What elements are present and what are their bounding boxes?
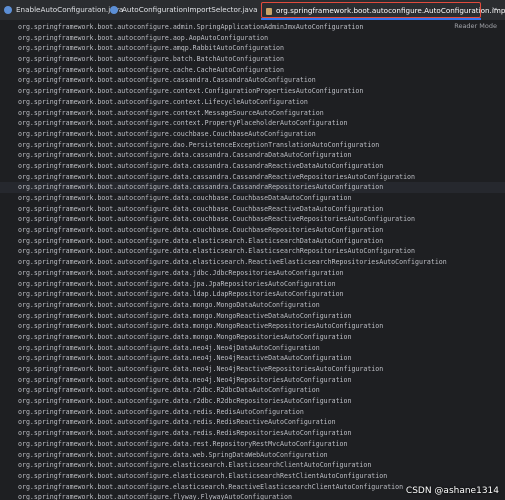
- code-line: org.springframework.boot.autoconfigure.d…: [18, 215, 415, 224]
- java-class-icon: [110, 6, 118, 14]
- code-line: org.springframework.boot.autoconfigure.d…: [18, 429, 352, 438]
- code-line: org.springframework.boot.autoconfigure.d…: [18, 311, 352, 320]
- code-line: org.springframework.boot.autoconfigure.a…: [18, 33, 269, 42]
- code-line: org.springframework.boot.autoconfigure.d…: [18, 194, 352, 202]
- code-line: org.springframework.boot.autoconfigure.d…: [18, 247, 415, 256]
- code-line: org.springframework.boot.autoconfigure.c…: [18, 76, 316, 85]
- code-line: org.springframework.boot.autoconfigure.c…: [18, 108, 324, 117]
- code-line: org.springframework.boot.autoconfigure.e…: [18, 471, 388, 480]
- tab-label: EnableAutoConfiguration.java: [16, 5, 124, 14]
- code-line: org.springframework.boot.autoconfigure.c…: [18, 97, 308, 106]
- code-line: org.springframework.boot.autoconfigure.d…: [0, 182, 505, 193]
- code-line: org.springframework.boot.autoconfigure.d…: [18, 397, 352, 406]
- code-line: org.springframework.boot.autoconfigure.d…: [18, 226, 384, 235]
- tab-enable-auto-configuration[interactable]: EnableAutoConfiguration.java: [4, 0, 123, 20]
- code-line: org.springframework.boot.autoconfigure.d…: [18, 258, 447, 267]
- code-line: org.springframework.boot.autoconfigure.d…: [18, 439, 348, 448]
- file-icon: [266, 7, 272, 15]
- code-line: org.springframework.boot.autoconfigure.a…: [18, 44, 284, 53]
- code-editor[interactable]: org.springframework.boot.autoconfigure.a…: [0, 20, 505, 500]
- reader-mode-button[interactable]: Reader Mode: [454, 22, 497, 30]
- code-line: org.springframework.boot.autoconfigure.d…: [18, 332, 352, 341]
- code-line: org.springframework.boot.autoconfigure.d…: [18, 365, 384, 373]
- code-line: org.springframework.boot.autoconfigure.c…: [18, 119, 348, 128]
- java-class-icon: [4, 6, 12, 14]
- code-line: org.springframework.boot.autoconfigure.b…: [18, 55, 284, 64]
- code-line: org.springframework.boot.autoconfigure.d…: [18, 407, 304, 416]
- chevron-down-icon[interactable]: ⌄: [491, 3, 499, 13]
- code-line: org.springframework.boot.autoconfigure.d…: [18, 172, 415, 181]
- editor-tab-bar: EnableAutoConfiguration.java AutoConfigu…: [0, 0, 505, 21]
- code-line: org.springframework.boot.autoconfigure.d…: [18, 151, 352, 160]
- code-lines: org.springframework.boot.autoconfigure.a…: [0, 22, 505, 500]
- code-line: org.springframework.boot.autoconfigure.d…: [18, 161, 384, 170]
- tab-label: AutoConfigurationImportSelector.java: [122, 5, 258, 14]
- code-line: org.springframework.boot.autoconfigure.d…: [18, 236, 384, 245]
- code-line: org.springframework.boot.autoconfigure.d…: [18, 204, 384, 213]
- tab-auto-configuration-import-selector[interactable]: AutoConfigurationImportSelector.java: [110, 0, 258, 20]
- code-line: org.springframework.boot.autoconfigure.d…: [18, 268, 344, 277]
- code-line: org.springframework.boot.autoconfigure.d…: [18, 322, 384, 331]
- code-line: org.springframework.boot.autoconfigure.d…: [18, 418, 336, 427]
- code-line: org.springframework.boot.autoconfigure.a…: [18, 23, 364, 31]
- code-line: org.springframework.boot.autoconfigure.d…: [18, 375, 352, 384]
- code-line: org.springframework.boot.autoconfigure.c…: [18, 65, 284, 74]
- code-line: org.springframework.boot.autoconfigure.d…: [18, 386, 320, 395]
- code-line: org.springframework.boot.autoconfigure.d…: [18, 140, 380, 149]
- code-line: org.springframework.boot.autoconfigure.e…: [18, 461, 372, 470]
- tab-auto-configuration-imports[interactable]: org.springframework.boot.autoconfigure.A…: [261, 2, 505, 18]
- tab-label: org.springframework.boot.autoconfigure.A…: [276, 6, 505, 15]
- code-line: org.springframework.boot.autoconfigure.c…: [18, 87, 364, 96]
- code-line: org.springframework.boot.autoconfigure.d…: [18, 279, 336, 288]
- code-line: org.springframework.boot.autoconfigure.d…: [18, 450, 328, 459]
- code-line: org.springframework.boot.autoconfigure.d…: [18, 343, 320, 352]
- watermark: CSDN @ashane1314: [405, 486, 499, 496]
- code-line: org.springframework.boot.autoconfigure.d…: [18, 300, 320, 309]
- code-line: org.springframework.boot.autoconfigure.d…: [18, 290, 344, 299]
- code-line: org.springframework.boot.autoconfigure.c…: [18, 129, 316, 138]
- code-line: org.springframework.boot.autoconfigure.d…: [18, 354, 352, 363]
